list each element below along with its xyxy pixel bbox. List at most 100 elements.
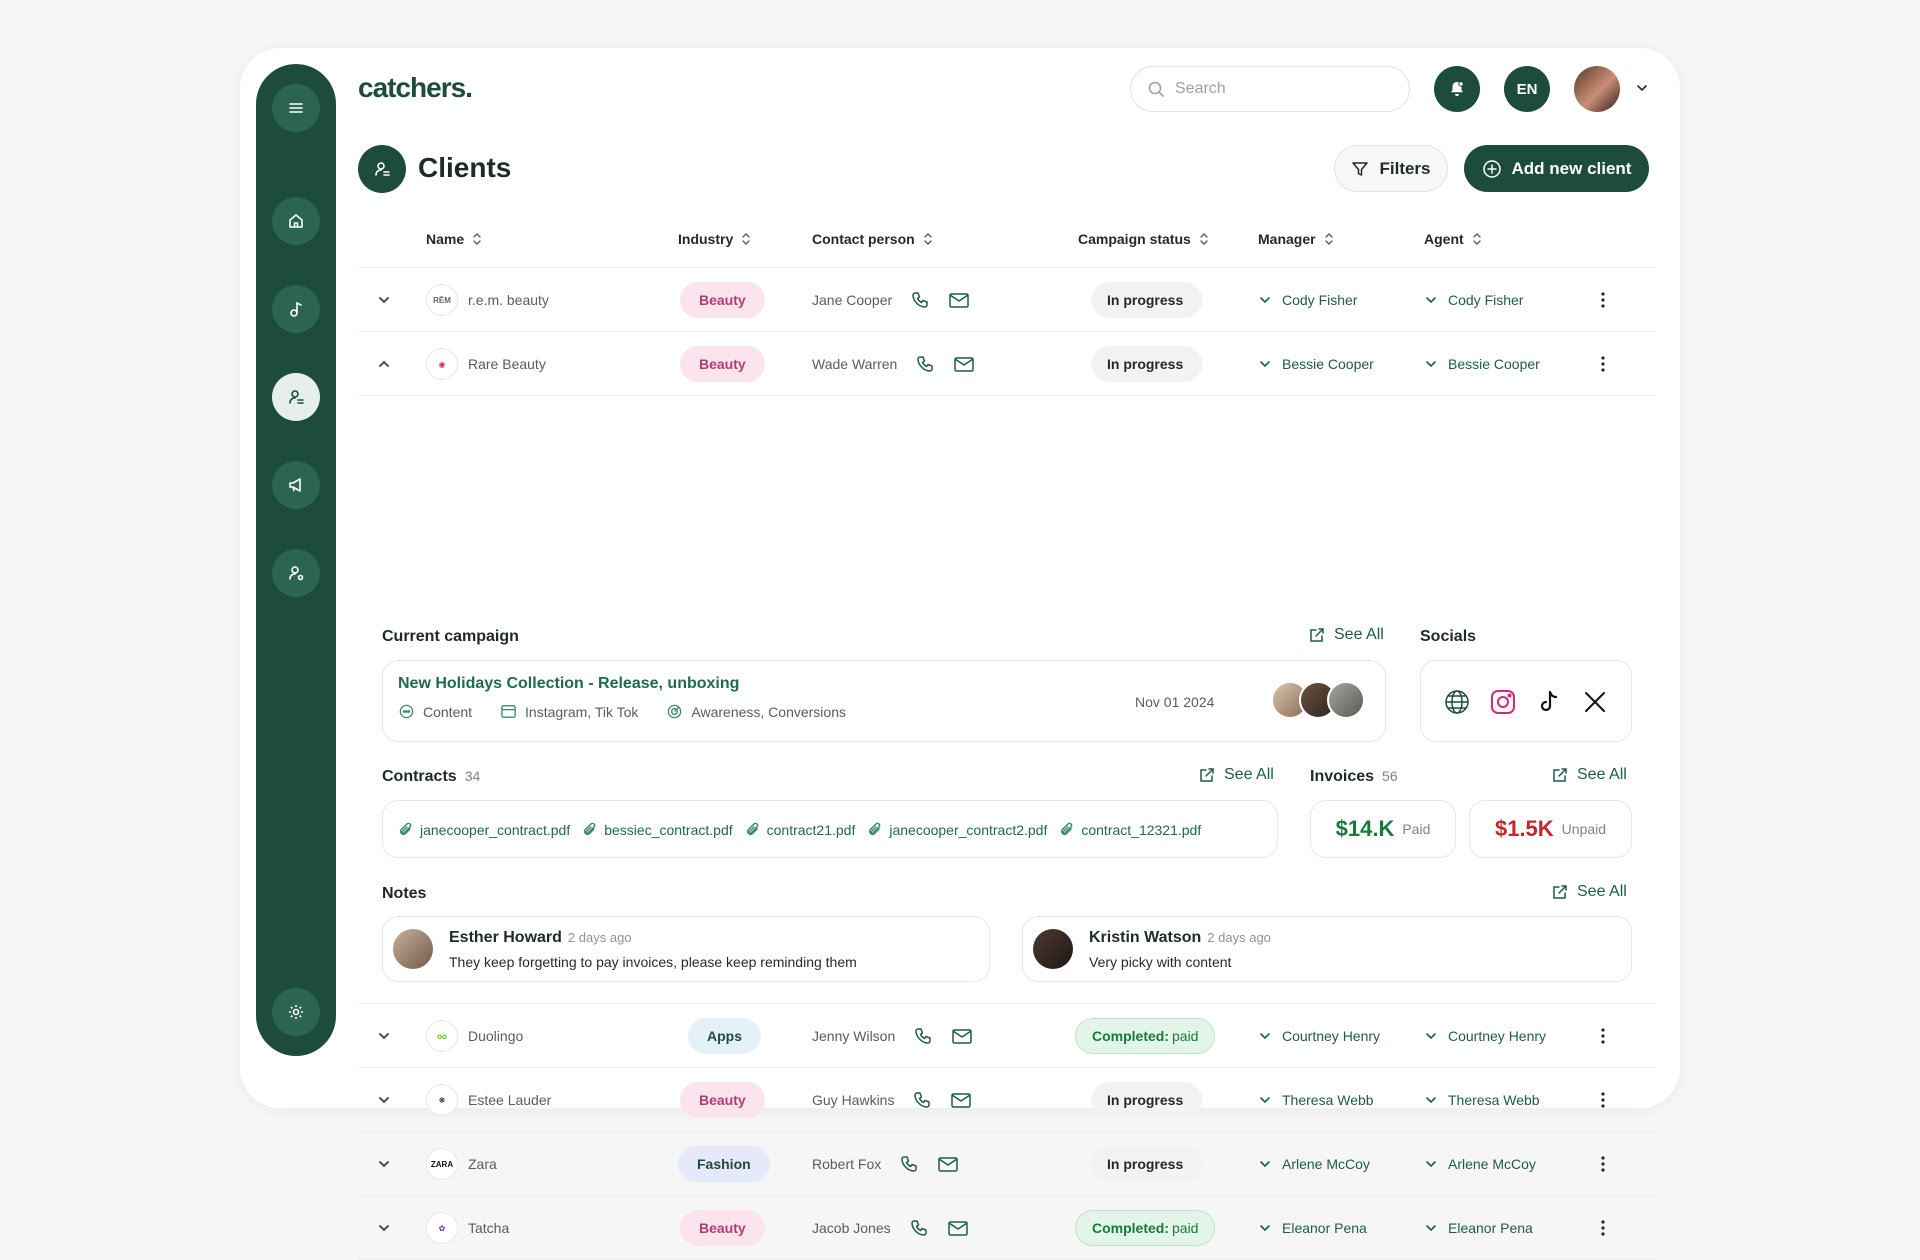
agent-select[interactable]: Bessie Cooper xyxy=(1424,332,1540,396)
more-options-icon[interactable] xyxy=(1600,1132,1606,1196)
contract-file-link[interactable]: janecooper_contract2.pdf xyxy=(867,821,1047,839)
home-icon[interactable] xyxy=(272,197,320,245)
music-note-icon[interactable] xyxy=(272,285,320,333)
app-logo[interactable]: catchers. xyxy=(358,72,473,104)
table-row[interactable]: RĒM r.e.m. beauty Beauty Jane Cooper In … xyxy=(358,268,1656,332)
campaign-title[interactable]: New Holidays Collection - Release, unbox… xyxy=(398,675,739,693)
search-input[interactable] xyxy=(1175,80,1395,98)
column-header-manager[interactable]: Manager xyxy=(1258,210,1334,268)
note-author: Kristin Watson 2 days ago xyxy=(1089,929,1271,947)
campaign-see-all-link[interactable]: See All xyxy=(1308,626,1384,644)
contract-file-link[interactable]: janecooper_contract.pdf xyxy=(398,821,570,839)
language-button[interactable]: EN xyxy=(1504,66,1550,112)
agent-select[interactable]: Eleanor Pena xyxy=(1424,1196,1533,1260)
client-name-cell[interactable]: oo Duolingo xyxy=(426,1004,523,1068)
table-row[interactable]: ❋ Estee Lauder Beauty Guy Hawkins In pro… xyxy=(358,1068,1656,1132)
client-name-cell[interactable]: ◉ Rare Beauty xyxy=(426,332,546,396)
phone-icon[interactable] xyxy=(899,1154,919,1174)
contracts-see-all-link[interactable]: See All xyxy=(1198,766,1274,784)
agent-select[interactable]: Courtney Henry xyxy=(1424,1004,1546,1068)
unpaid-label: Unpaid xyxy=(1561,821,1607,837)
client-name-cell[interactable]: ZARA Zara xyxy=(426,1132,497,1196)
more-options-icon[interactable] xyxy=(1600,268,1606,332)
status-cell: In progress xyxy=(1091,268,1203,332)
phone-icon[interactable] xyxy=(909,1218,929,1238)
column-header-contact[interactable]: Contact person xyxy=(812,210,933,268)
invoices-see-all-link[interactable]: See All xyxy=(1551,766,1627,784)
agent-select[interactable]: Theresa Webb xyxy=(1424,1068,1540,1132)
gear-icon[interactable] xyxy=(272,988,320,1036)
table-row[interactable]: ZARA Zara Fashion Robert Fox In progress… xyxy=(358,1132,1656,1196)
note-card[interactable]: Kristin Watson 2 days ago Very picky with… xyxy=(1022,916,1632,982)
client-details-panel: Current campaign See All Socials New Hol… xyxy=(358,606,1656,1004)
phone-icon[interactable] xyxy=(913,1026,933,1046)
status-cell: In progress xyxy=(1091,1132,1203,1196)
megaphone-icon[interactable] xyxy=(272,461,320,509)
note-card[interactable]: Esther Howard 2 days ago They keep forget… xyxy=(382,916,990,982)
notes-see-all-link[interactable]: See All xyxy=(1551,883,1627,901)
chevron-down-icon[interactable] xyxy=(1634,80,1650,96)
mail-icon[interactable] xyxy=(950,1090,972,1110)
add-client-button[interactable]: Add new client xyxy=(1464,145,1649,192)
menu-icon[interactable] xyxy=(272,84,320,132)
agent-name: Courtney Henry xyxy=(1448,1028,1547,1044)
instagram-icon[interactable] xyxy=(1489,688,1517,716)
globe-icon[interactable] xyxy=(1443,688,1471,716)
filters-button[interactable]: Filters xyxy=(1334,145,1448,192)
chevron-down-icon[interactable] xyxy=(376,268,392,332)
mail-icon[interactable] xyxy=(948,290,970,310)
campaign-card[interactable]: New Holidays Collection - Release, unbox… xyxy=(382,660,1386,742)
contract-file-link[interactable]: contract21.pdf xyxy=(745,821,855,839)
phone-icon[interactable] xyxy=(915,354,935,374)
chevron-up-icon[interactable] xyxy=(376,332,392,396)
manager-select[interactable]: Bessie Cooper xyxy=(1258,332,1374,396)
manager-select[interactable]: Cody Fisher xyxy=(1258,268,1357,332)
chevron-down-icon[interactable] xyxy=(376,1132,392,1196)
client-name-cell[interactable]: ✿ Tatcha xyxy=(426,1196,509,1260)
search-box[interactable] xyxy=(1130,66,1410,112)
invoices-paid-card[interactable]: $14.K Paid xyxy=(1310,800,1456,858)
user-avatar[interactable] xyxy=(1574,66,1620,112)
phone-icon[interactable] xyxy=(912,1090,932,1110)
more-options-icon[interactable] xyxy=(1600,1004,1606,1068)
contract-file-link[interactable]: contract_12321.pdf xyxy=(1059,821,1201,839)
agent-select[interactable]: Cody Fisher xyxy=(1424,268,1523,332)
more-options-icon[interactable] xyxy=(1600,1068,1606,1132)
client-name-cell[interactable]: ❋ Estee Lauder xyxy=(426,1068,551,1132)
creator-avatar[interactable] xyxy=(1327,681,1365,719)
chevron-down-icon[interactable] xyxy=(376,1196,392,1260)
more-options-icon[interactable] xyxy=(1600,1196,1606,1260)
invoices-unpaid-card[interactable]: $1.5K Unpaid xyxy=(1469,800,1632,858)
x-icon[interactable] xyxy=(1581,688,1609,716)
notifications-button[interactable] xyxy=(1434,66,1480,112)
clients-icon[interactable] xyxy=(272,373,320,421)
notes-title: Notes xyxy=(382,885,427,902)
mail-icon[interactable] xyxy=(937,1154,959,1174)
contract-file-link[interactable]: bessiec_contract.pdf xyxy=(582,821,733,839)
chevron-down-icon[interactable] xyxy=(376,1068,392,1132)
table-row[interactable]: oo Duolingo Apps Jenny Wilson Completed:… xyxy=(358,1004,1656,1068)
phone-icon[interactable] xyxy=(910,290,930,310)
mail-icon[interactable] xyxy=(951,1026,973,1046)
agent-select[interactable]: Arlene McCoy xyxy=(1424,1132,1536,1196)
manager-select[interactable]: Arlene McCoy xyxy=(1258,1132,1370,1196)
manager-select[interactable]: Eleanor Pena xyxy=(1258,1196,1367,1260)
client-name: Duolingo xyxy=(468,1028,524,1044)
client-name-cell[interactable]: RĒM r.e.m. beauty xyxy=(426,268,549,332)
column-header-status[interactable]: Campaign status xyxy=(1078,210,1209,268)
tiktok-icon[interactable] xyxy=(1535,688,1563,716)
chevron-down-icon[interactable] xyxy=(376,1004,392,1068)
column-header-industry[interactable]: Industry xyxy=(678,210,751,268)
manager-select[interactable]: Courtney Henry xyxy=(1258,1004,1380,1068)
manager-select[interactable]: Theresa Webb xyxy=(1258,1068,1374,1132)
mail-icon[interactable] xyxy=(953,354,975,374)
table-row[interactable]: ◉ Rare Beauty Beauty Wade Warren In prog… xyxy=(358,332,1656,396)
more-options-icon[interactable] xyxy=(1600,332,1606,396)
agent-icon[interactable] xyxy=(272,549,320,597)
mail-icon[interactable] xyxy=(947,1218,969,1238)
column-header-agent[interactable]: Agent xyxy=(1424,210,1482,268)
table-row[interactable]: ✿ Tatcha Beauty Jacob Jones Completed: pa… xyxy=(358,1196,1656,1260)
manager-name: Cody Fisher xyxy=(1282,292,1358,308)
add-client-label: Add new client xyxy=(1511,158,1632,178)
column-header-name[interactable]: Name xyxy=(426,210,482,268)
